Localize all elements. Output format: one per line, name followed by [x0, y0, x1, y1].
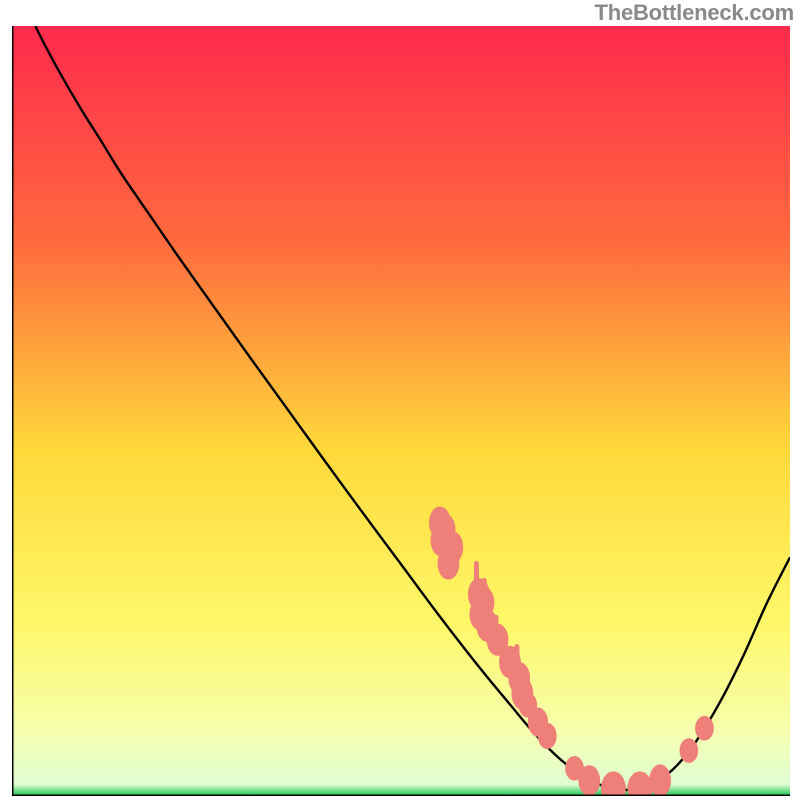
watermark-text: TheBottleneck.com — [594, 0, 794, 26]
gradient-background — [12, 26, 790, 796]
chart-container: TheBottleneck.com — [0, 0, 800, 800]
bottleneck-chart — [12, 26, 790, 796]
